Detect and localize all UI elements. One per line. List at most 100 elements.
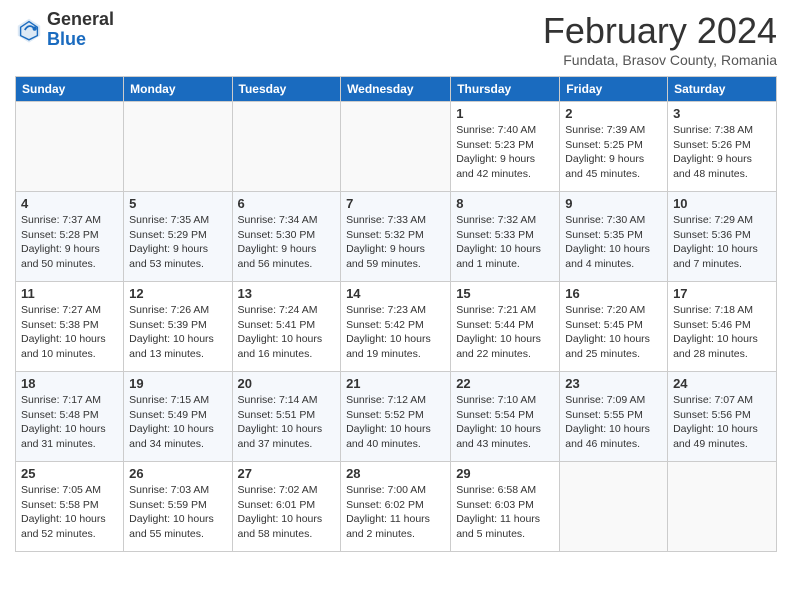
day-info: Sunrise: 7:33 AM Sunset: 5:32 PM Dayligh… [346,213,445,272]
day-info: Sunrise: 7:18 AM Sunset: 5:46 PM Dayligh… [673,303,771,362]
day-number: 13 [238,286,336,301]
calendar-cell: 29Sunrise: 6:58 AM Sunset: 6:03 PM Dayli… [451,462,560,552]
day-number: 21 [346,376,445,391]
calendar-cell: 12 Sunrise: 7:26 AM Sunset: 5:39 PM Dayli… [124,282,232,372]
calendar-cell: 16Sunrise: 7:20 AM Sunset: 5:45 PM Dayli… [560,282,668,372]
calendar-cell: 8 Sunrise: 7:32 AM Sunset: 5:33 PM Daylig… [451,192,560,282]
day-number: 24 [673,376,771,391]
calendar-week-row: 18 Sunrise: 7:17 AM Sunset: 5:48 PM Dayli… [16,372,777,462]
day-number: 15 [456,286,554,301]
calendar-cell: 6 Sunrise: 7:34 AM Sunset: 5:30 PM Daylig… [232,192,341,282]
day-info: Sunrise: 7:07 AM Sunset: 5:56 PM Dayligh… [673,393,771,452]
calendar-cell: 1Sunrise: 7:40 AM Sunset: 5:23 PM Daylig… [451,102,560,192]
calendar-cell: 14 Sunrise: 7:23 AM Sunset: 5:42 PM Dayli… [341,282,451,372]
calendar-table: SundayMondayTuesdayWednesdayThursdayFrid… [15,76,777,552]
day-info: Sunrise: 7:02 AM Sunset: 6:01 PM Dayligh… [238,483,336,542]
title-area: February 2024 Fundata, Brasov County, Ro… [543,10,777,68]
calendar-cell: 26 Sunrise: 7:03 AM Sunset: 5:59 PM Dayli… [124,462,232,552]
calendar-cell: 18 Sunrise: 7:17 AM Sunset: 5:48 PM Dayli… [16,372,124,462]
logo: General Blue [15,10,114,50]
day-info: Sunrise: 7:26 AM Sunset: 5:39 PM Dayligh… [129,303,226,362]
day-info: Sunrise: 7:10 AM Sunset: 5:54 PM Dayligh… [456,393,554,452]
calendar-cell: 5Sunrise: 7:35 AM Sunset: 5:29 PM Daylig… [124,192,232,282]
calendar-week-row: 1Sunrise: 7:40 AM Sunset: 5:23 PM Daylig… [16,102,777,192]
day-number: 26 [129,466,226,481]
day-number: 17 [673,286,771,301]
calendar-cell: 25 Sunrise: 7:05 AM Sunset: 5:58 PM Dayli… [16,462,124,552]
calendar-cell [668,462,777,552]
day-number: 4 [21,196,118,211]
calendar-cell: 3Sunrise: 7:38 AM Sunset: 5:26 PM Daylig… [668,102,777,192]
day-info: Sunrise: 7:09 AM Sunset: 5:55 PM Dayligh… [565,393,662,452]
day-number: 16 [565,286,662,301]
calendar-cell: 21 Sunrise: 7:12 AM Sunset: 5:52 PM Dayli… [341,372,451,462]
day-number: 12 [129,286,226,301]
day-number: 18 [21,376,118,391]
day-info: Sunrise: 7:29 AM Sunset: 5:36 PM Dayligh… [673,213,771,272]
day-info: Sunrise: 7:14 AM Sunset: 5:51 PM Dayligh… [238,393,336,452]
calendar-week-row: 25 Sunrise: 7:05 AM Sunset: 5:58 PM Dayli… [16,462,777,552]
day-number: 29 [456,466,554,481]
calendar-cell: 19Sunrise: 7:15 AM Sunset: 5:49 PM Dayli… [124,372,232,462]
calendar-cell: 15 Sunrise: 7:21 AM Sunset: 5:44 PM Dayli… [451,282,560,372]
calendar-cell: 7Sunrise: 7:33 AM Sunset: 5:32 PM Daylig… [341,192,451,282]
day-info: Sunrise: 7:15 AM Sunset: 5:49 PM Dayligh… [129,393,226,452]
day-header-wednesday: Wednesday [341,77,451,102]
header: General Blue February 2024 Fundata, Bras… [15,10,777,68]
calendar-cell: 9Sunrise: 7:30 AM Sunset: 5:35 PM Daylig… [560,192,668,282]
calendar-cell: 2 Sunrise: 7:39 AM Sunset: 5:25 PM Daylig… [560,102,668,192]
logo-text: General Blue [47,10,114,50]
day-info: Sunrise: 7:17 AM Sunset: 5:48 PM Dayligh… [21,393,118,452]
calendar-cell [232,102,341,192]
day-info: Sunrise: 7:32 AM Sunset: 5:33 PM Dayligh… [456,213,554,272]
calendar-cell: 11Sunrise: 7:27 AM Sunset: 5:38 PM Dayli… [16,282,124,372]
logo-blue-text: Blue [47,29,86,49]
calendar-header-row: SundayMondayTuesdayWednesdayThursdayFrid… [16,77,777,102]
day-number: 28 [346,466,445,481]
day-info: Sunrise: 7:12 AM Sunset: 5:52 PM Dayligh… [346,393,445,452]
calendar-week-row: 4 Sunrise: 7:37 AM Sunset: 5:28 PM Daylig… [16,192,777,282]
day-info: Sunrise: 7:37 AM Sunset: 5:28 PM Dayligh… [21,213,118,272]
day-info: Sunrise: 7:03 AM Sunset: 5:59 PM Dayligh… [129,483,226,542]
calendar-cell: 20 Sunrise: 7:14 AM Sunset: 5:51 PM Dayli… [232,372,341,462]
day-info: Sunrise: 7:34 AM Sunset: 5:30 PM Dayligh… [238,213,336,272]
calendar-cell: 27 Sunrise: 7:02 AM Sunset: 6:01 PM Dayli… [232,462,341,552]
calendar-cell: 28 Sunrise: 7:00 AM Sunset: 6:02 PM Dayli… [341,462,451,552]
day-number: 8 [456,196,554,211]
day-info: Sunrise: 7:24 AM Sunset: 5:41 PM Dayligh… [238,303,336,362]
day-header-tuesday: Tuesday [232,77,341,102]
day-info: Sunrise: 7:05 AM Sunset: 5:58 PM Dayligh… [21,483,118,542]
calendar-cell [124,102,232,192]
day-number: 6 [238,196,336,211]
day-info: Sunrise: 7:39 AM Sunset: 5:25 PM Dayligh… [565,123,662,182]
day-info: Sunrise: 7:21 AM Sunset: 5:44 PM Dayligh… [456,303,554,362]
calendar-cell: 13 Sunrise: 7:24 AM Sunset: 5:41 PM Dayli… [232,282,341,372]
day-header-sunday: Sunday [16,77,124,102]
day-header-monday: Monday [124,77,232,102]
day-info: Sunrise: 7:23 AM Sunset: 5:42 PM Dayligh… [346,303,445,362]
day-number: 2 [565,106,662,121]
day-number: 3 [673,106,771,121]
day-number: 22 [456,376,554,391]
day-info: Sunrise: 7:40 AM Sunset: 5:23 PM Dayligh… [456,123,554,182]
day-number: 27 [238,466,336,481]
calendar-cell: 17 Sunrise: 7:18 AM Sunset: 5:46 PM Dayli… [668,282,777,372]
day-info: Sunrise: 7:00 AM Sunset: 6:02 PM Dayligh… [346,483,445,542]
day-number: 14 [346,286,445,301]
calendar-week-row: 11Sunrise: 7:27 AM Sunset: 5:38 PM Dayli… [16,282,777,372]
logo-icon [15,16,43,44]
calendar-cell: 4 Sunrise: 7:37 AM Sunset: 5:28 PM Daylig… [16,192,124,282]
calendar-cell: 24 Sunrise: 7:07 AM Sunset: 5:56 PM Dayli… [668,372,777,462]
day-number: 9 [565,196,662,211]
logo-general-text: General [47,9,114,29]
calendar-cell [560,462,668,552]
calendar-cell: 22 Sunrise: 7:10 AM Sunset: 5:54 PM Dayli… [451,372,560,462]
day-number: 10 [673,196,771,211]
calendar-cell [16,102,124,192]
month-title: February 2024 [543,10,777,52]
day-number: 25 [21,466,118,481]
calendar-cell [341,102,451,192]
day-header-thursday: Thursday [451,77,560,102]
day-info: Sunrise: 7:35 AM Sunset: 5:29 PM Dayligh… [129,213,226,272]
day-number: 20 [238,376,336,391]
